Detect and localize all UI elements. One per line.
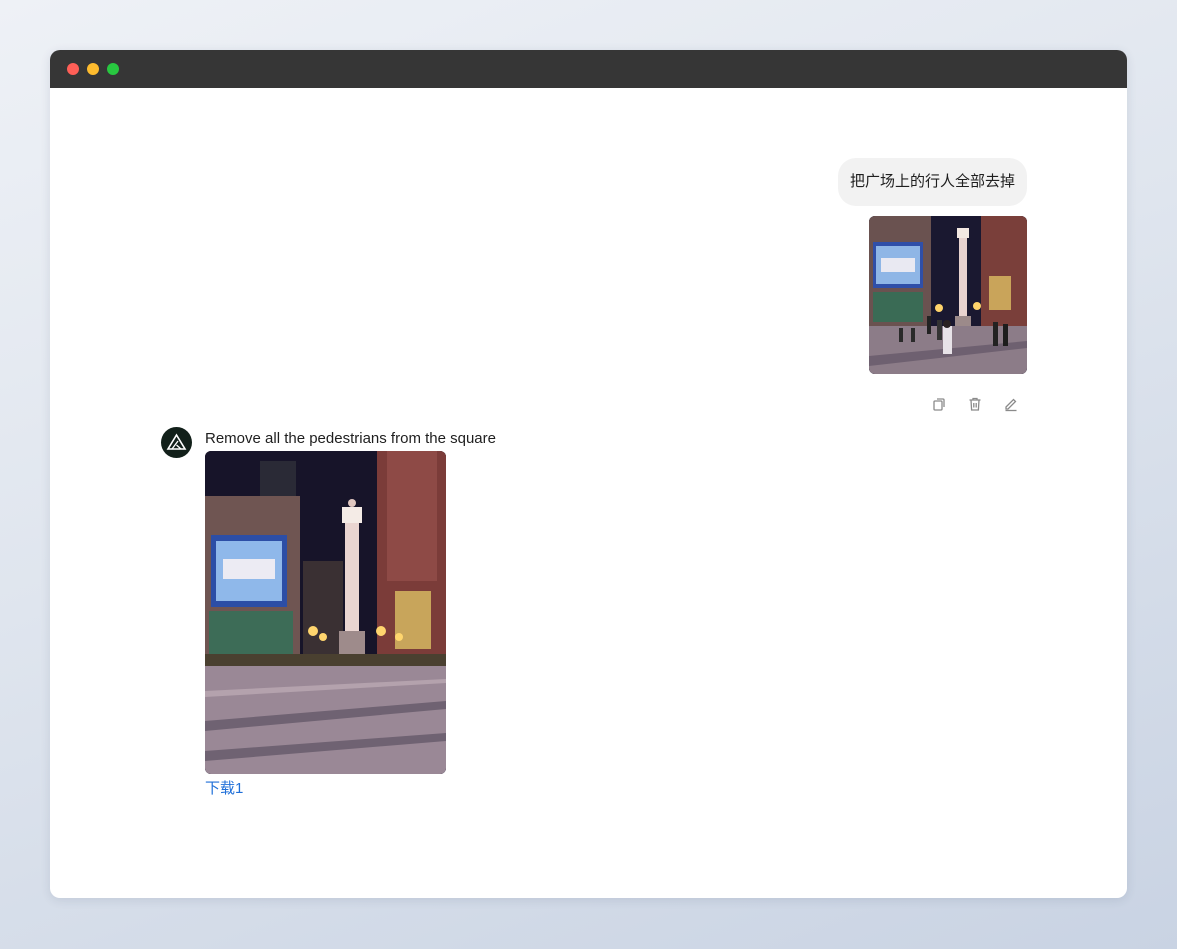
download-link[interactable]: 下载1: [205, 777, 243, 798]
minimize-window-button[interactable]: [87, 63, 99, 75]
close-window-button[interactable]: [67, 63, 79, 75]
user-message-bubble: 把广场上的行人全部去掉: [837, 158, 1027, 206]
copy-icon[interactable]: [931, 396, 947, 412]
message-actions: [931, 396, 1019, 412]
generated-image[interactable]: [205, 451, 446, 774]
user-uploaded-image[interactable]: [869, 216, 1027, 374]
assistant-message-text: Remove all the pedestrians from the squa…: [205, 430, 496, 447]
assistant-avatar: [161, 427, 192, 458]
maximize-window-button[interactable]: [107, 63, 119, 75]
edit-icon[interactable]: [1003, 396, 1019, 412]
app-window: 把广场上的行人全部去掉 Remove all the pedestrians f…: [50, 50, 1127, 898]
night-square-result-photo-icon: [205, 451, 446, 774]
night-square-photo-icon: [869, 216, 1027, 374]
triangle-logo-icon: [166, 433, 187, 450]
trash-icon[interactable]: [967, 396, 983, 412]
title-bar: [50, 50, 1127, 88]
